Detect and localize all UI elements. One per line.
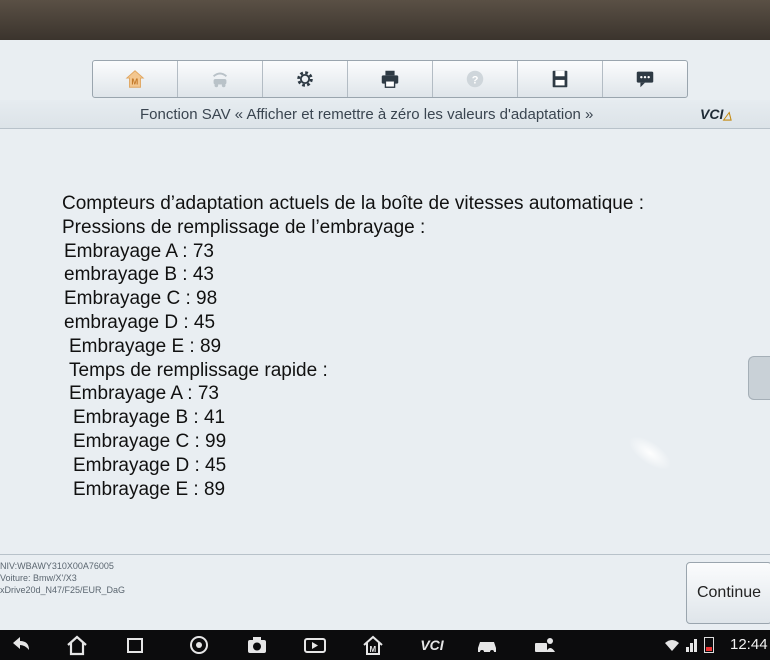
vehicle-swap-button[interactable] [178, 61, 263, 97]
save-button[interactable] [518, 61, 603, 97]
section-title-fill-pressures: Pressions de remplissage de l’embrayage … [62, 216, 426, 238]
page-title: Fonction SAV « Afficher et remettre à zé… [140, 106, 594, 123]
car-icon [478, 642, 496, 654]
remote-support-button[interactable] [532, 633, 558, 657]
wifi-icon [665, 640, 679, 651]
vehicle-swap-icon [212, 72, 228, 88]
chat-icon [636, 71, 654, 88]
status-icons [664, 636, 726, 654]
remote-support-icon [535, 638, 555, 652]
side-panel-handle[interactable] [748, 356, 770, 400]
function-title-bar: Fonction SAV « Afficher et remettre à zé… [0, 100, 770, 129]
list-item: Embrayage C : 98 [64, 288, 218, 310]
continue-button[interactable]: Continue [686, 562, 770, 624]
media-icon [304, 638, 326, 653]
vin-label: NIV:WBAWY310X00A76005 [0, 561, 114, 571]
home-button[interactable]: M [93, 61, 178, 97]
save-icon [552, 70, 568, 88]
list-item: Embrayage A : 73 [69, 383, 219, 405]
gear-icon [297, 71, 313, 87]
vci-status-badge: VCI△ [700, 106, 732, 122]
vci-label: VCI [700, 106, 724, 122]
vci-nav-label: VCI [420, 637, 444, 653]
media-button[interactable] [302, 633, 328, 657]
vci-nav-button[interactable]: VCI [412, 633, 452, 657]
help-button[interactable]: ? [433, 61, 518, 97]
vehicle-button[interactable] [474, 633, 500, 657]
list-item: embrayage D : 45 [64, 311, 216, 333]
printer-icon [381, 70, 399, 88]
maxisys-home-icon: M [363, 635, 383, 655]
battery-icon [704, 637, 714, 653]
svg-text:M: M [131, 78, 138, 87]
signal-icon [686, 639, 697, 652]
list-item: Embrayage B : 41 [73, 407, 226, 429]
recent-apps-button[interactable] [122, 633, 148, 657]
vehicle-info: NIV:WBAWY310X00A76005 Voiture: Bmw/X'/X3… [0, 560, 600, 596]
divider [0, 554, 770, 555]
list-item: Embrayage D : 45 [73, 454, 227, 476]
house-icon [67, 635, 87, 656]
maxisys-home-button[interactable]: M [360, 633, 386, 657]
help-icon: ? [466, 70, 484, 88]
recent-apps-icon [127, 638, 143, 653]
home-icon: M [125, 70, 145, 88]
settings-button[interactable] [263, 61, 348, 97]
system-navigation-bar: M VCI 12:44 [0, 630, 770, 660]
svg-text:M: M [370, 645, 377, 654]
print-button[interactable] [348, 61, 433, 97]
svg-text:?: ? [472, 75, 479, 87]
section-title-fast-fill-time: Temps de remplissage rapide : [69, 359, 328, 381]
chat-button[interactable] [603, 61, 687, 97]
camera-icon [248, 637, 266, 653]
home-nav-button[interactable] [64, 633, 90, 657]
app-screen: M ? Fonction SAV « Afficher et remettre … [0, 40, 770, 660]
list-item: Embrayage E : 89 [69, 335, 222, 357]
back-button[interactable] [8, 633, 34, 657]
camera-button[interactable] [244, 633, 270, 657]
list-item: Embrayage E : 89 [73, 478, 226, 500]
list-item: Embrayage A : 73 [64, 240, 214, 262]
report-heading: Compteurs d’adaptation actuels de la boî… [62, 193, 644, 214]
clock: 12:44 [730, 636, 768, 653]
browser-button[interactable] [186, 633, 212, 657]
vehicle-model-label: Voiture: Bmw/X'/X3 [0, 573, 77, 583]
toolbar: M ? [92, 60, 688, 98]
engine-label: xDrive20d_N47/F25/EUR_DaG [0, 585, 126, 595]
list-item: Embrayage C : 99 [73, 430, 227, 452]
adaptation-report: Compteurs d’adaptation actuels de la boî… [62, 192, 722, 501]
back-arrow-icon [13, 637, 29, 650]
list-item: embrayage B : 43 [64, 264, 214, 286]
browser-icon [190, 636, 208, 654]
vci-connection-icon: △ [723, 110, 732, 122]
